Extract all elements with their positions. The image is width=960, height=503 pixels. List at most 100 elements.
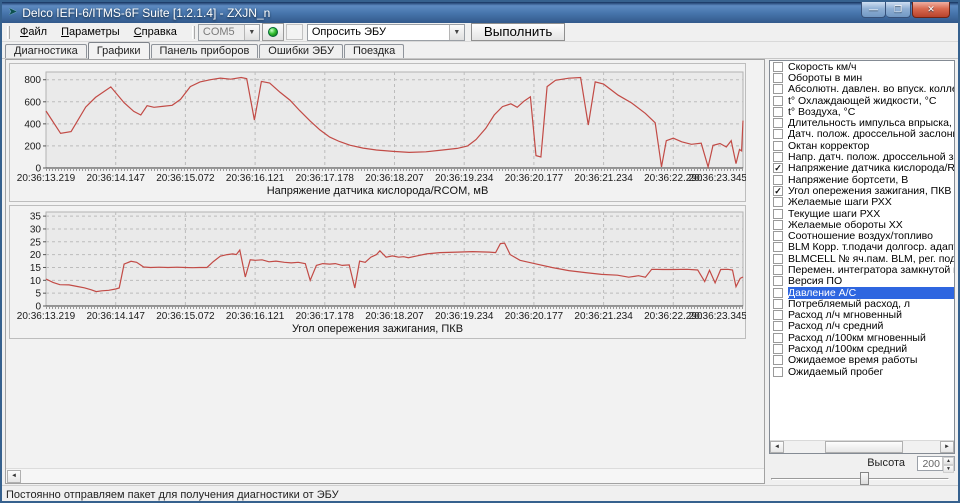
list-item[interactable]: Абсолютн. давлен. во впуск. коллекторе, … [770, 83, 954, 95]
tab-dashboard[interactable]: Панель приборов [150, 44, 259, 58]
command-select[interactable]: Опросить ЭБУ ▼ [306, 23, 465, 41]
com-port-select[interactable]: COM5 ▼ [197, 23, 260, 41]
menu-item-file[interactable]: Файл [13, 24, 54, 40]
scroll-left-icon[interactable]: ◄ [7, 470, 21, 483]
checkbox-checked-icon[interactable]: ✓ [773, 163, 783, 174]
status-bar: Постоянно отправляем пакет для получения… [2, 485, 958, 501]
list-item-label: t° Охлаждающей жидкости, °С [788, 94, 937, 107]
chevron-down-icon[interactable]: ▼ [448, 24, 464, 40]
minimize-button[interactable]: — [861, 2, 886, 18]
checkbox-icon[interactable] [773, 355, 783, 366]
charts-horizontal-scrollbar[interactable]: ◄ [6, 468, 764, 483]
checkbox-icon[interactable] [773, 276, 783, 287]
scrollbar-track[interactable] [784, 441, 940, 454]
scrollbar-thumb[interactable] [824, 441, 903, 454]
list-item[interactable]: Датч. полож. дроссельной заслонки, % [770, 128, 954, 141]
list-item[interactable]: Желаемые обороты ХХ [770, 219, 954, 231]
list-item[interactable]: Расход л/100км средний [770, 343, 954, 355]
green-led-icon [267, 27, 278, 37]
list-item-label: Перемен. интегратора замкнутой петли топ… [788, 264, 954, 276]
com-port-value: COM5 [202, 26, 235, 38]
list-item[interactable]: Потребляемый расход, л [770, 298, 954, 310]
slider-thumb[interactable] [860, 472, 870, 486]
list-item-label: BLMCELL № яч.пам. BLM, рег. подачу топли… [788, 252, 955, 265]
menu-item-options[interactable]: Параметры [54, 24, 127, 40]
list-item-label: Обороты в мин [788, 71, 863, 84]
close-button[interactable]: ✕ [912, 2, 950, 18]
list-item[interactable]: Расход л/ч средний [770, 320, 954, 332]
blank-button[interactable] [285, 24, 303, 40]
x-tick-label: 20:36:21.234 [574, 311, 633, 322]
list-item[interactable]: Расход л/ч мгновенный [770, 309, 954, 321]
tab-diagnostics[interactable]: Диагностика [5, 44, 87, 58]
list-item[interactable]: t° Воздуха, °С [770, 106, 954, 118]
menu-item-help[interactable]: Справка [127, 24, 184, 40]
checkbox-icon[interactable] [773, 344, 783, 355]
chevron-down-icon[interactable]: ▼ [243, 24, 259, 40]
checkbox-icon[interactable] [773, 231, 783, 242]
toolbar-grip[interactable] [7, 25, 10, 39]
title-bar[interactable]: ➤ Delco IEFI-6/ITMS-6F Suite [1.2.1.4] -… [2, 2, 958, 23]
scroll-left-icon[interactable]: ◄ [770, 441, 784, 454]
checkbox-icon[interactable] [773, 95, 783, 106]
scroll-right-icon[interactable]: ► [940, 441, 954, 454]
toolbar-grip[interactable] [191, 25, 195, 39]
checkbox-icon[interactable] [773, 287, 783, 298]
checkbox-icon[interactable] [773, 219, 783, 230]
list-item[interactable]: BLM Корр. т.подачи долгоср. адаптации [770, 241, 954, 253]
checkbox-icon[interactable] [773, 298, 783, 309]
list-horizontal-scrollbar[interactable]: ◄ ► [770, 440, 954, 454]
checkbox-icon[interactable] [773, 152, 783, 163]
checkbox-icon[interactable] [773, 366, 783, 377]
list-item[interactable]: t° Охлаждающей жидкости, °С [770, 94, 954, 107]
checkbox-icon[interactable] [773, 129, 783, 140]
list-item-label: Желаемые шаги РХХ [788, 196, 892, 209]
list-item[interactable]: Напр. датч. полож. дроссельной заслонки,… [770, 151, 954, 163]
checkbox-icon[interactable] [773, 140, 783, 151]
list-item[interactable]: Длительность импульса впрыска, мс [770, 117, 954, 129]
height-spinner[interactable]: 200 ▲ ▼ [917, 455, 955, 473]
list-item[interactable]: Текущие шаги РХХ [770, 208, 954, 220]
parameter-list: Скорость км/ч Обороты в мин Абсолютн. давл… [769, 60, 955, 455]
checkbox-icon[interactable] [773, 264, 783, 275]
tab-ecu-errors[interactable]: Ошибки ЭБУ [259, 44, 343, 58]
tab-graphs[interactable]: Графики [87, 42, 150, 59]
checkbox-icon[interactable] [773, 321, 783, 332]
checkbox-icon[interactable] [773, 84, 783, 95]
checkbox-checked-icon[interactable]: ✓ [773, 185, 783, 196]
list-item[interactable]: Ожидаемый пробег [770, 366, 954, 378]
list-item[interactable]: Давление А/С [770, 286, 954, 299]
list-item[interactable]: Перемен. интегратора замкнутой петли топ… [770, 264, 954, 276]
list-item[interactable]: Расход л/100км мгновенный [770, 332, 954, 344]
list-item[interactable]: Версия ПО [770, 275, 954, 287]
checkbox-icon[interactable] [773, 253, 783, 264]
tab-trip[interactable]: Поездка [344, 44, 405, 58]
list-item[interactable]: Напряжение бортсети, В [770, 174, 954, 186]
list-item[interactable]: Ожидаемое время работы [770, 354, 954, 366]
checkbox-icon[interactable] [773, 118, 783, 129]
list-item[interactable]: ✓ Угол опережения зажигания, ПКВ [770, 185, 954, 197]
spin-up-icon[interactable]: ▲ [943, 456, 954, 465]
checkbox-icon[interactable] [773, 106, 783, 117]
zoom-slider[interactable] [769, 472, 955, 486]
checkbox-icon[interactable] [773, 310, 783, 321]
checkbox-icon[interactable] [773, 197, 783, 208]
list-item[interactable]: Скорость км/ч [770, 61, 954, 73]
checkbox-icon[interactable] [773, 242, 783, 253]
checkbox-icon[interactable] [773, 332, 783, 343]
y-tick-label: 15 [30, 263, 42, 274]
checkbox-icon[interactable] [773, 208, 783, 219]
checkbox-icon[interactable] [773, 174, 783, 185]
execute-button[interactable]: Выполнить [470, 23, 566, 41]
list-item[interactable]: Октан корректор [770, 140, 954, 152]
connect-button[interactable] [261, 23, 284, 41]
list-item[interactable]: Соотношение воздух/топливо [770, 230, 954, 242]
list-item[interactable]: BLMCELL № яч.пам. BLM, рег. подачу топли… [770, 252, 955, 265]
list-item[interactable]: Обороты в мин [770, 71, 954, 84]
checkbox-icon[interactable] [773, 72, 783, 83]
checkbox-icon[interactable] [773, 61, 783, 72]
list-item-label: Датч. полож. дроссельной заслонки, % [788, 128, 954, 141]
list-item[interactable]: ✓ Напряжение датчика кислорода/RCOM, мВ [770, 162, 954, 174]
maximize-button[interactable]: ❐ [886, 2, 911, 18]
list-item[interactable]: Желаемые шаги РХХ [770, 196, 954, 209]
